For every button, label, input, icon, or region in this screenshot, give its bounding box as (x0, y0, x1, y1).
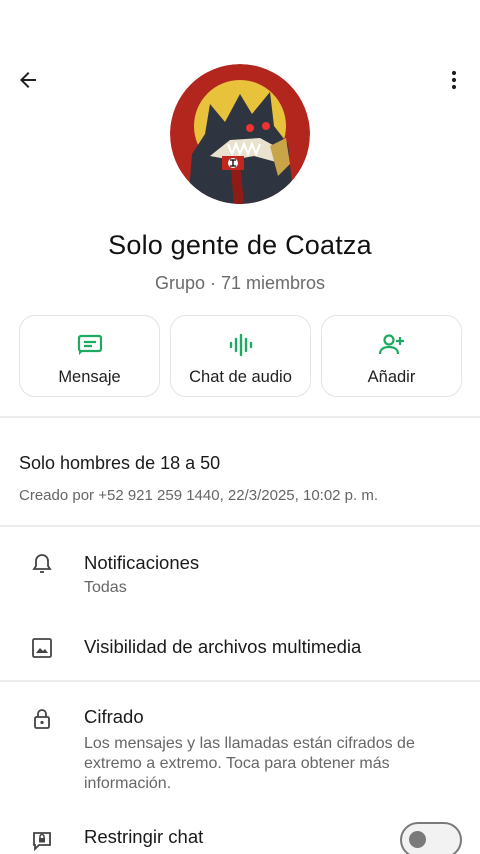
bell-icon (30, 552, 54, 576)
media-visibility-title: Visibilidad de archivos multimedia (84, 636, 362, 657)
add-member-button[interactable]: Añadir (321, 315, 462, 397)
chat-lock-icon (30, 828, 54, 852)
audio-wave-icon (227, 332, 255, 358)
group-avatar[interactable] (170, 64, 310, 204)
message-icon (76, 332, 104, 358)
group-subtitle: Grupo · 71 miembros (154, 273, 326, 293)
arrow-left-icon (16, 68, 40, 97)
restrict-chat-title: Restringir chat (84, 826, 204, 847)
notifications-value: Todas (84, 579, 127, 596)
add-member-label: Añadir (367, 368, 416, 386)
section-divider (0, 416, 480, 418)
created-by: Creado por +52 921 259 1440, 22/3/2025, … (19, 487, 379, 504)
audio-chat-label: Chat de audio (189, 368, 292, 386)
message-button[interactable]: Mensaje (19, 315, 160, 397)
encryption-description: Los mensajes y las llamadas están cifrad… (84, 735, 415, 792)
lock-icon (30, 707, 54, 731)
section-divider (0, 525, 480, 527)
add-person-icon (378, 332, 406, 358)
group-info-screen: Solo gente de Coatza Grupo · 71 miembros… (0, 0, 480, 854)
section-divider (0, 680, 480, 682)
image-icon (30, 636, 54, 660)
audio-chat-button[interactable]: Chat de audio (170, 315, 311, 397)
group-description[interactable]: Solo hombres de 18 a 50 (19, 453, 220, 474)
action-cards: Mensaje Chat de audio Añadir (19, 315, 462, 397)
notifications-title: Notificaciones (84, 552, 200, 573)
encryption-title: Cifrado (84, 706, 144, 727)
more-vert-icon (442, 68, 466, 97)
restrict-chat-toggle[interactable] (400, 822, 462, 854)
toggle-knob (409, 831, 426, 848)
more-options-button[interactable] (436, 64, 472, 100)
back-button[interactable] (10, 64, 46, 100)
group-name[interactable]: Solo gente de Coatza (0, 230, 480, 261)
message-label: Mensaje (58, 368, 121, 386)
